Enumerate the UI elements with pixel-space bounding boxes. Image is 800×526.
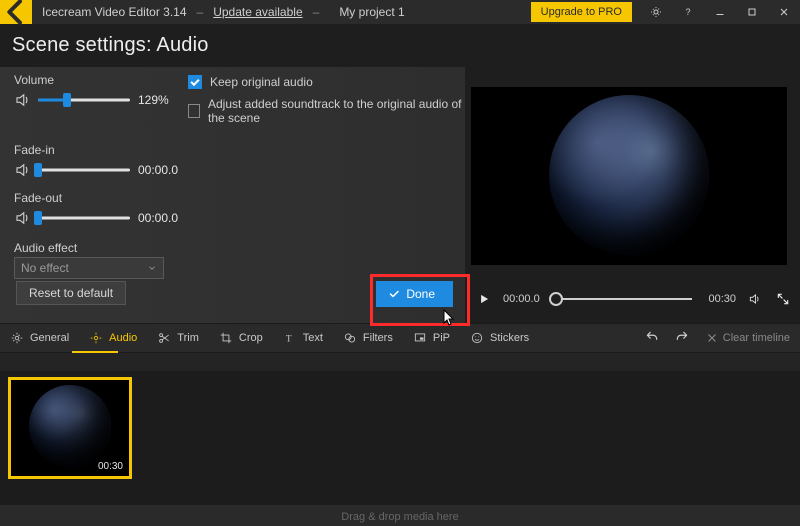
maximize-button[interactable] (736, 0, 768, 24)
close-icon (705, 331, 719, 345)
settings-button[interactable] (640, 0, 672, 24)
tab-pip[interactable]: PiP (413, 331, 450, 345)
volume-label: Volume (14, 73, 188, 87)
fade-in-value: 00:00.0 (138, 163, 180, 177)
fullscreen-button[interactable] (774, 290, 792, 308)
preview-viewport (471, 87, 787, 265)
current-time: 00:00.0 (503, 293, 540, 305)
chevron-down-icon (147, 263, 157, 273)
update-link[interactable]: Update available (213, 5, 302, 19)
timeline-clip[interactable]: 00:30 (8, 377, 132, 479)
checkbox-unchecked-icon (188, 104, 200, 118)
clear-timeline-button[interactable]: Clear timeline (705, 331, 790, 345)
seek-slider[interactable] (556, 293, 693, 305)
pip-icon (413, 331, 427, 345)
tab-crop[interactable]: Crop (219, 331, 263, 345)
tab-trim[interactable]: Trim (157, 331, 199, 345)
arrow-left-icon (0, 0, 32, 28)
redo-button[interactable] (675, 330, 691, 346)
check-icon (388, 288, 400, 300)
upgrade-button[interactable]: Upgrade to PRO (531, 2, 632, 22)
volume-button[interactable] (746, 290, 764, 308)
fade-out-label: Fade-out (14, 191, 465, 205)
minimize-button[interactable] (704, 0, 736, 24)
clip-duration: 00:30 (96, 461, 125, 472)
preview-thumbnail-image (549, 95, 709, 255)
tab-text[interactable]: T Text (283, 331, 323, 345)
tab-general[interactable]: General (10, 331, 69, 345)
reset-button[interactable]: Reset to default (16, 281, 126, 305)
speaker-icon (748, 292, 762, 306)
fade-out-value: 00:00.0 (138, 211, 180, 225)
audio-effect-select[interactable]: No effect (14, 257, 164, 279)
checkbox-checked-icon (188, 75, 202, 89)
svg-text:?: ? (686, 7, 691, 17)
fade-in-slider[interactable] (38, 163, 130, 177)
maximize-icon (746, 6, 758, 18)
titlebar: Icecream Video Editor 3.14 – Update avai… (0, 0, 800, 24)
gear-icon (10, 331, 24, 345)
svg-text:T: T (286, 335, 292, 345)
speaker-icon (14, 209, 32, 227)
filters-icon (343, 331, 357, 345)
project-name: My project 1 (339, 5, 404, 19)
minimize-icon (714, 6, 726, 18)
tool-tabs: General Audio Trim Crop T Text Filters P… (0, 323, 800, 353)
timeline[interactable]: 00:30 (0, 371, 800, 505)
tab-audio[interactable]: Audio (89, 331, 137, 345)
adjust-soundtrack-checkbox[interactable]: Adjust added soundtrack to the original … (188, 97, 465, 125)
scissors-icon (157, 331, 171, 345)
back-button[interactable] (0, 0, 32, 24)
drop-hint: Drag & drop media here (0, 505, 800, 526)
speaker-icon (14, 91, 32, 109)
question-icon: ? (682, 6, 694, 18)
fade-out-slider[interactable] (38, 211, 130, 225)
text-icon: T (283, 331, 297, 345)
close-icon (778, 6, 790, 18)
done-button[interactable]: Done (376, 281, 453, 307)
help-button[interactable]: ? (672, 0, 704, 24)
tab-stickers[interactable]: Stickers (470, 331, 529, 345)
volume-value: 129% (138, 93, 180, 107)
audio-effect-label: Audio effect (14, 241, 465, 255)
duration: 00:30 (708, 293, 736, 305)
speaker-icon (14, 161, 32, 179)
volume-slider[interactable] (38, 93, 130, 107)
gear-icon (650, 6, 662, 18)
section-title: Scene settings: Audio (0, 24, 800, 67)
crop-icon (219, 331, 233, 345)
preview-panel: 00:00.0 00:30 (465, 67, 800, 323)
audio-settings-panel: Volume 129% Keep origina (0, 67, 465, 323)
play-button[interactable] (475, 290, 493, 308)
close-button[interactable] (768, 0, 800, 24)
sticker-icon (470, 331, 484, 345)
app-name: Icecream Video Editor 3.14 (42, 5, 187, 19)
audio-icon (89, 331, 103, 345)
fade-in-label: Fade-in (14, 143, 465, 157)
fullscreen-icon (776, 292, 790, 306)
keep-original-checkbox[interactable]: Keep original audio (188, 75, 465, 89)
timeline-ruler[interactable] (0, 353, 800, 371)
undo-button[interactable] (645, 330, 661, 346)
undo-icon (645, 330, 659, 344)
tab-filters[interactable]: Filters (343, 331, 393, 345)
play-icon (477, 292, 491, 306)
clip-thumbnail-image (29, 385, 111, 467)
redo-icon (675, 330, 689, 344)
